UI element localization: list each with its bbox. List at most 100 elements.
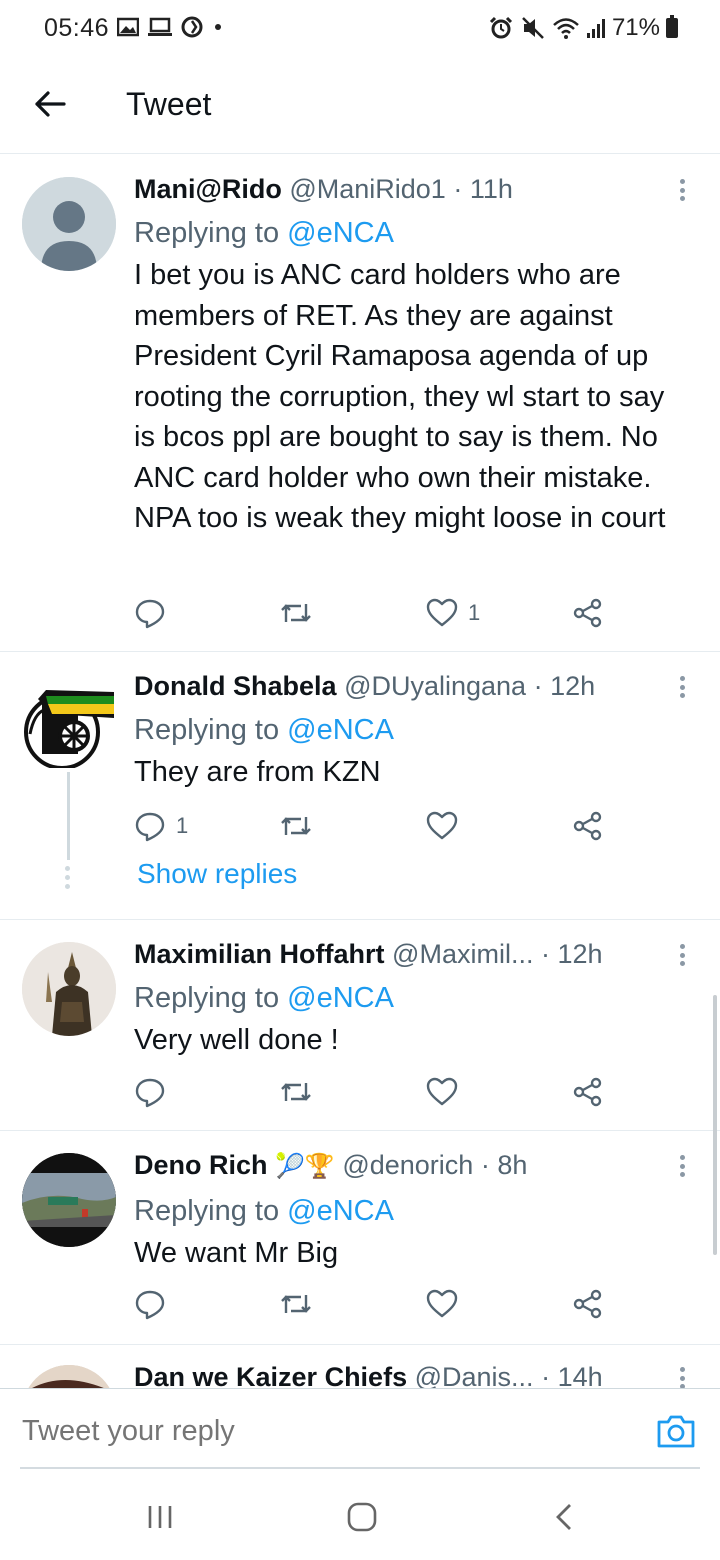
battery-percent: 71% xyxy=(611,14,660,41)
separator-dot: · xyxy=(540,939,550,969)
replying-to: Replying to @eNCA xyxy=(134,213,690,253)
avatar[interactable] xyxy=(22,1365,116,1388)
tweet-item[interactable]: Donald Shabela @DUyalingana · 12h Replyi… xyxy=(0,652,720,920)
author-name[interactable]: Dan we Kaizer Chiefs xyxy=(134,1362,407,1388)
recent-apps-button[interactable] xyxy=(140,1500,180,1534)
tweet-item[interactable]: Dan we Kaizer Chiefs @Danis... · 14h xyxy=(0,1345,720,1388)
share-button[interactable] xyxy=(572,1284,604,1324)
camera-button[interactable] xyxy=(656,1413,696,1449)
more-options-button[interactable] xyxy=(670,175,694,205)
separator-dot: · xyxy=(480,1150,490,1180)
retweet-icon xyxy=(281,604,311,622)
battery-icon xyxy=(666,15,678,38)
like-button[interactable] xyxy=(426,806,468,846)
wifi-icon xyxy=(553,18,579,39)
more-options-button[interactable] xyxy=(670,1363,694,1388)
author-handle[interactable]: @Danis... xyxy=(415,1362,534,1388)
heart-icon xyxy=(426,811,458,840)
scrollbar-thumb[interactable] xyxy=(713,995,717,1255)
reply-button[interactable] xyxy=(134,1284,176,1324)
author-name[interactable]: Donald Shabela xyxy=(134,671,337,701)
tweet-header: Mani@Rido @ManiRido1 · 11h xyxy=(134,171,690,207)
retweet-button[interactable] xyxy=(279,1072,323,1112)
opera-icon xyxy=(181,16,203,38)
tweet-text: They are from KZN xyxy=(134,756,381,788)
reply-composer xyxy=(0,1388,720,1469)
statue-avatar xyxy=(22,942,116,1036)
laptop-icon xyxy=(148,17,172,36)
reply-button[interactable] xyxy=(134,593,176,633)
replying-to-label: Replying to xyxy=(134,1195,280,1227)
more-options-button[interactable] xyxy=(670,940,694,970)
tweet-time: 14h xyxy=(557,1362,603,1388)
replying-to: Replying to @eNCA xyxy=(134,978,690,1018)
heart-icon xyxy=(426,1077,458,1106)
share-button[interactable] xyxy=(572,1072,604,1112)
home-button[interactable] xyxy=(342,1500,382,1534)
dot-icon xyxy=(215,24,221,30)
back-button[interactable] xyxy=(30,84,70,124)
retweet-button[interactable] xyxy=(279,806,323,846)
replying-to-label: Replying to xyxy=(134,217,280,249)
avatar[interactable] xyxy=(22,942,116,1036)
status-time: 05:46 xyxy=(44,14,110,42)
tweet-actions: 1 xyxy=(134,593,614,633)
author-handle[interactable]: @Maximil... xyxy=(392,939,533,969)
retweet-icon xyxy=(281,1083,311,1101)
tweet-time: 12h xyxy=(557,939,603,969)
share-icon xyxy=(573,598,602,628)
author-handle[interactable]: @DUyalingana xyxy=(344,671,526,701)
reply-button[interactable]: 1 xyxy=(134,806,188,846)
reply-button[interactable] xyxy=(134,1072,176,1112)
author-name[interactable]: Deno Rich xyxy=(134,1150,268,1180)
author-name[interactable]: Maximilian Hoffahrt xyxy=(134,939,385,969)
tweet-header: Deno Rich 🎾🏆 @denorich · 8h xyxy=(134,1147,690,1185)
camera-icon xyxy=(657,1415,695,1448)
reply-feed[interactable]: Mani@Rido @ManiRido1 · 11h Replying to @… xyxy=(0,155,720,1388)
app-header: Tweet xyxy=(0,60,720,154)
like-button[interactable] xyxy=(426,1072,468,1112)
tweet-item[interactable]: Mani@Rido @ManiRido1 · 11h Replying to @… xyxy=(0,155,720,652)
show-replies-link[interactable]: Show replies xyxy=(137,858,297,890)
mention-link[interactable]: @eNCA xyxy=(287,714,394,746)
tweet-actions: 1 xyxy=(134,806,614,846)
like-button[interactable]: 1 xyxy=(426,593,480,633)
author-name-emoji: 🎾🏆 xyxy=(275,1153,335,1180)
share-icon xyxy=(573,1289,602,1319)
more-options-button[interactable] xyxy=(670,672,694,702)
back-nav-button[interactable] xyxy=(544,1500,584,1534)
reply-input[interactable] xyxy=(22,1415,622,1448)
reply-count: 1 xyxy=(176,813,189,838)
share-button[interactable] xyxy=(572,806,604,846)
avatar[interactable] xyxy=(22,177,116,271)
home-icon xyxy=(347,1502,377,1532)
retweet-icon xyxy=(281,1295,311,1313)
profile-photo-avatar xyxy=(22,1365,116,1388)
alarm-icon xyxy=(489,16,513,39)
author-handle[interactable]: @ManiRido1 xyxy=(289,174,445,204)
avatar[interactable] xyxy=(22,674,116,768)
author-name[interactable]: Mani@Rido xyxy=(134,174,282,204)
mention-link[interactable]: @eNCA xyxy=(287,217,394,249)
retweet-button[interactable] xyxy=(279,1284,323,1324)
separator-dot: · xyxy=(453,174,463,204)
road-photo-avatar xyxy=(22,1153,116,1247)
reply-icon xyxy=(135,1290,165,1320)
mention-link[interactable]: @eNCA xyxy=(287,1195,394,1227)
reply-icon xyxy=(135,1078,165,1108)
tweet-item[interactable]: Maximilian Hoffahrt @Maximil... · 12h Re… xyxy=(0,920,720,1131)
avatar[interactable] xyxy=(22,1153,116,1247)
tweet-text: We want Mr Big xyxy=(134,1237,339,1269)
like-button[interactable] xyxy=(426,1284,468,1324)
mute-icon xyxy=(522,17,544,39)
tweet-item[interactable]: Deno Rich 🎾🏆 @denorich · 8h Replying to … xyxy=(0,1131,720,1345)
reply-icon xyxy=(135,812,165,842)
share-button[interactable] xyxy=(572,593,604,633)
author-handle[interactable]: @denorich xyxy=(342,1150,473,1180)
mention-link[interactable]: @eNCA xyxy=(287,982,394,1014)
retweet-button[interactable] xyxy=(279,593,323,633)
separator-dot: · xyxy=(533,671,543,701)
replying-to: Replying to @eNCA xyxy=(134,1191,690,1231)
like-count: 1 xyxy=(468,600,481,625)
more-options-button[interactable] xyxy=(670,1151,694,1181)
